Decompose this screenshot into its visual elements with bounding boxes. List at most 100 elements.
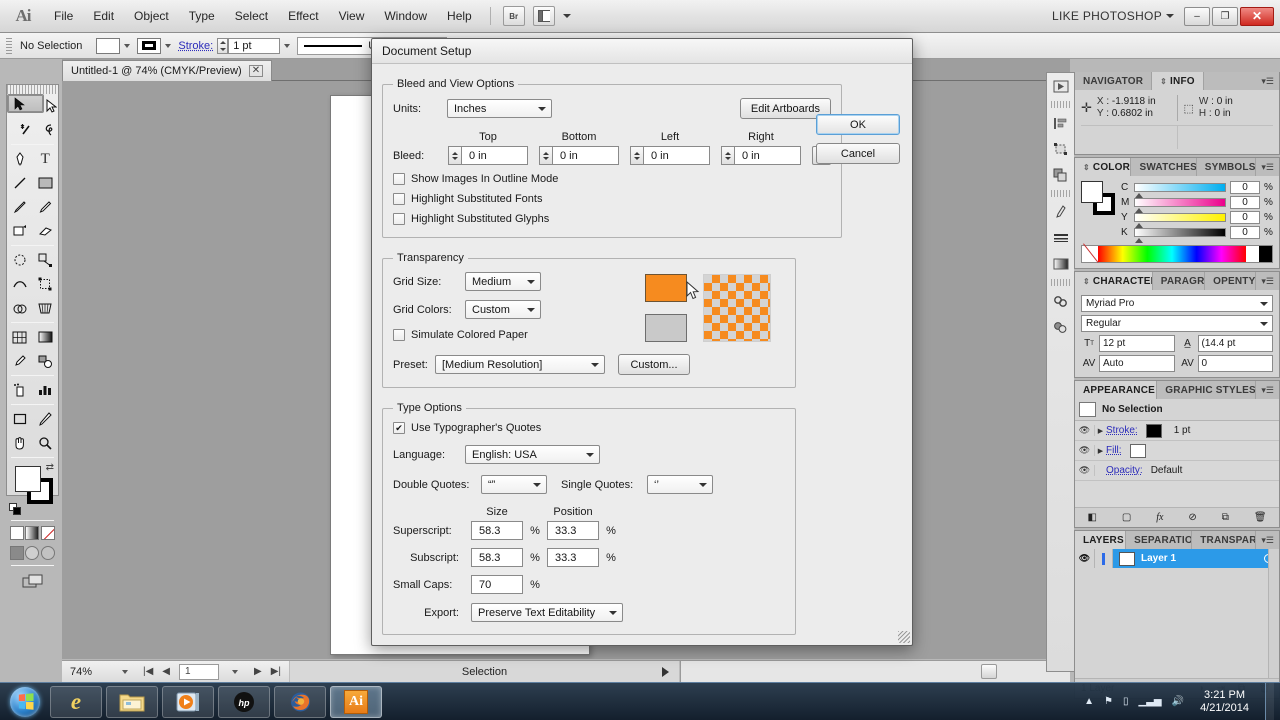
spectrum-gradient[interactable]: [1098, 246, 1246, 262]
duplicate-item-icon[interactable]: ⧉: [1222, 512, 1229, 523]
add-new-effect-icon[interactable]: fx: [1156, 512, 1163, 523]
chevron-down-icon[interactable]: [562, 14, 571, 18]
image-trace-panel-icon[interactable]: [1047, 314, 1074, 340]
tab-color[interactable]: ⇕ COLOR: [1075, 158, 1132, 176]
channel-slider-y[interactable]: [1134, 213, 1226, 228]
bleed-right-stepper[interactable]: [721, 146, 734, 165]
none-mode-icon[interactable]: [41, 526, 56, 540]
go-to-bridge-icon[interactable]: Br: [502, 6, 525, 26]
chevron-down-icon[interactable]: [533, 482, 541, 487]
slice-tool[interactable]: [33, 407, 59, 431]
selection-tool[interactable]: [7, 94, 44, 113]
simulate-colored-paper-checkbox[interactable]: [393, 329, 405, 341]
stroke-panel-icon[interactable]: [1047, 225, 1074, 251]
kerning-field[interactable]: Auto: [1099, 355, 1175, 372]
bleed-top-field[interactable]: 0 in: [448, 146, 528, 165]
tab-opentype[interactable]: OPENTY: [1205, 272, 1257, 290]
language-select[interactable]: English: USA: [465, 445, 600, 464]
export-select[interactable]: Preserve Text Editability: [471, 603, 623, 622]
none-swatch[interactable]: [1082, 246, 1098, 262]
status-menu-icon[interactable]: [662, 666, 669, 677]
pencil-tool[interactable]: [33, 195, 59, 219]
stroke-color-swatch[interactable]: [137, 37, 162, 54]
zoom-chevron-down-icon[interactable]: [122, 669, 128, 674]
channel-value-y[interactable]: 0: [1230, 211, 1260, 224]
artboard-tool[interactable]: [7, 407, 33, 431]
arrange-documents-icon[interactable]: [532, 6, 555, 26]
delete-item-icon[interactable]: 🗑: [1254, 512, 1267, 523]
show-images-outline-checkbox[interactable]: [393, 173, 405, 185]
panel-menu-icon[interactable]: ▾☰: [1256, 531, 1279, 549]
blob-brush-tool[interactable]: [7, 219, 33, 243]
width-tool[interactable]: [7, 272, 33, 296]
network-signal-icon[interactable]: ▁▃▅: [1139, 696, 1162, 707]
action-center-flag-icon[interactable]: ⚑: [1104, 696, 1113, 707]
tab-info[interactable]: ⇕ INFO: [1152, 72, 1204, 90]
typographers-quotes-row[interactable]: ✔ Use Typographer's Quotes: [393, 422, 785, 434]
panel-menu-icon[interactable]: ▾☰: [1256, 381, 1279, 399]
channel-value-m[interactable]: 0: [1230, 196, 1260, 209]
panel-menu-icon[interactable]: ▾☰: [1256, 72, 1279, 90]
fill-swatch[interactable]: [15, 466, 41, 492]
color-fill-stroke-control[interactable]: [1081, 181, 1115, 215]
visibility-eye-icon[interactable]: 👁: [1075, 445, 1095, 456]
align-panel-icon[interactable]: [1047, 110, 1074, 136]
show-desktop-button[interactable]: [1265, 682, 1274, 720]
first-artboard-icon[interactable]: |◀: [143, 666, 153, 677]
taskbar-hp-support-assistant[interactable]: hp: [218, 685, 270, 718]
dock-grip[interactable]: [1051, 190, 1070, 197]
pen-tool[interactable]: [7, 147, 33, 171]
units-select[interactable]: Inches: [447, 99, 552, 118]
visibility-eye-icon[interactable]: 👁: [1075, 425, 1095, 436]
bleed-right-value[interactable]: 0 in: [734, 146, 801, 165]
highlight-substituted-fonts-checkbox[interactable]: [393, 193, 405, 205]
grid-size-select[interactable]: Medium: [465, 272, 541, 291]
horizontal-scrollbar-thumb[interactable]: [981, 663, 997, 679]
horizontal-scrollbar[interactable]: [680, 660, 1070, 683]
appearance-row-opacity[interactable]: 👁 Opacity: Default: [1075, 461, 1279, 481]
taskbar-clock[interactable]: 3:21 PM 4/21/2014: [1194, 689, 1255, 715]
grid-colors-select[interactable]: Custom: [465, 300, 541, 319]
simulate-colored-paper-row[interactable]: Simulate Colored Paper: [393, 329, 645, 341]
restore-button[interactable]: ❐: [1212, 6, 1238, 26]
channel-slider-k[interactable]: [1134, 228, 1226, 243]
stroke-weight-field[interactable]: 1 pt: [228, 37, 281, 54]
lasso-tool[interactable]: [44, 118, 58, 142]
grid-color-swatch-1[interactable]: [645, 274, 687, 302]
expand-triangle-icon[interactable]: ▶: [1095, 427, 1106, 435]
tab-navigator[interactable]: NAVIGATOR: [1075, 72, 1153, 90]
chevron-down-icon[interactable]: [586, 452, 594, 457]
chevron-down-icon[interactable]: [1260, 301, 1268, 306]
tab-layers[interactable]: LAYERS: [1075, 531, 1127, 549]
tab-paragraph[interactable]: PARAGR: [1152, 272, 1206, 290]
gradient-tool[interactable]: [33, 325, 59, 349]
paintbrush-tool[interactable]: [7, 195, 33, 219]
channel-slider-c[interactable]: [1134, 183, 1226, 198]
shape-builder-tool[interactable]: [7, 296, 33, 320]
menu-select[interactable]: Select: [225, 5, 278, 27]
bleed-left-stepper[interactable]: [630, 146, 643, 165]
highlight-fonts-row[interactable]: Highlight Substituted Fonts: [393, 193, 831, 205]
stroke-weight-stepper[interactable]: [217, 37, 229, 54]
control-bar-grip[interactable]: [6, 37, 12, 54]
fill-color-chip[interactable]: [1129, 443, 1146, 458]
dialog-title-bar[interactable]: Document Setup: [372, 39, 912, 64]
channel-value-c[interactable]: 0: [1230, 181, 1260, 194]
font-family-selector[interactable]: Myriad Pro: [1081, 295, 1273, 312]
chevron-down-icon[interactable]: [538, 106, 546, 111]
zoom-tool[interactable]: [33, 431, 59, 455]
expand-triangle-icon[interactable]: ▶: [1095, 447, 1106, 455]
ok-button[interactable]: OK: [816, 114, 900, 135]
stroke-color-chip[interactable]: [1145, 423, 1162, 438]
links-panel-icon[interactable]: [1047, 288, 1074, 314]
subscript-position-input[interactable]: 33.3: [547, 548, 599, 567]
draw-normal-icon[interactable]: [9, 546, 24, 560]
control-panel-icon[interactable]: [1047, 73, 1074, 99]
appearance-stroke-label[interactable]: Stroke:: [1106, 425, 1138, 436]
next-artboard-icon[interactable]: ▶: [254, 666, 262, 677]
menu-file[interactable]: File: [44, 5, 83, 27]
subscript-size-input[interactable]: 58.3: [471, 548, 523, 567]
rectangle-tool[interactable]: [33, 171, 59, 195]
panel-menu-icon[interactable]: ▾☰: [1256, 272, 1279, 290]
layer-name[interactable]: Layer 1: [1141, 553, 1176, 564]
